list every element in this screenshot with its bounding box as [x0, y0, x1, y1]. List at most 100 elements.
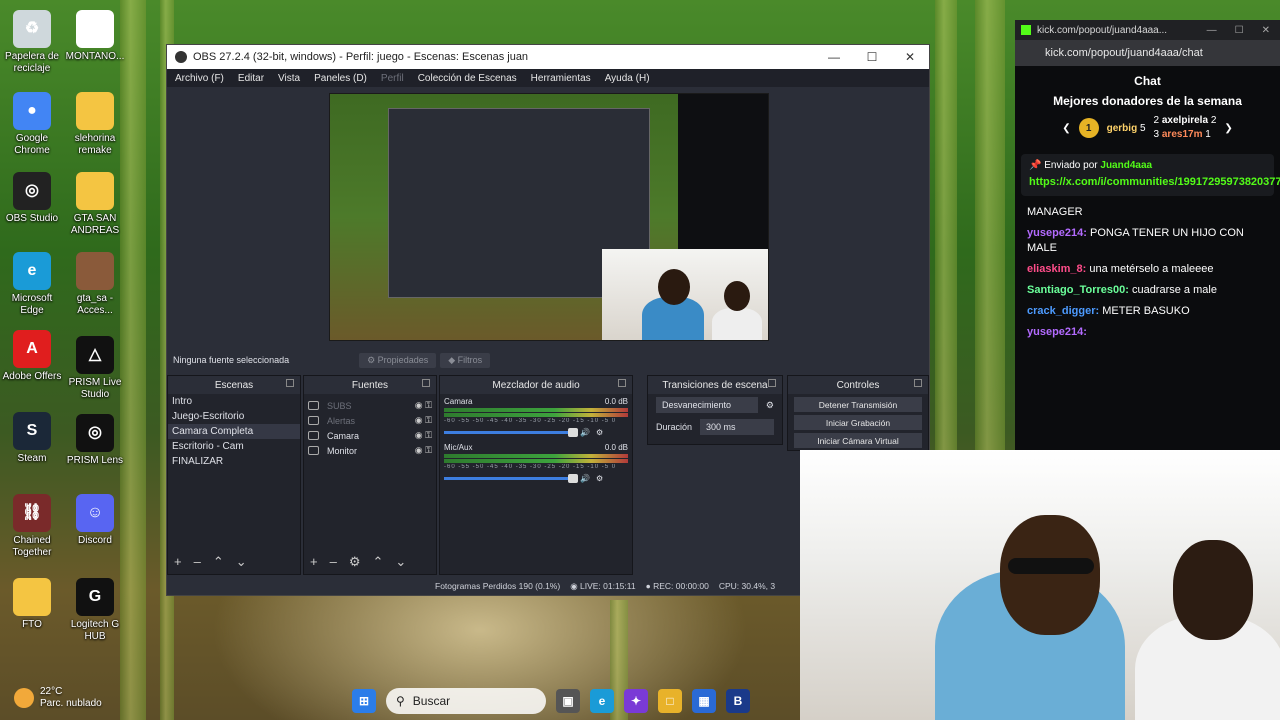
eye-icon[interactable]: ◉ ⚿ [415, 430, 432, 441]
down-icon[interactable]: ⌄ [236, 554, 247, 570]
source-item[interactable]: Monitor ◉ ⚿ [304, 443, 436, 458]
gear-icon[interactable]: ⚙ [766, 400, 774, 411]
up-icon[interactable]: ⌃ [213, 554, 224, 570]
desktop-icon[interactable]: G Logitech G HUB [62, 578, 128, 643]
chevron-right-icon[interactable]: ❯ [1224, 123, 1232, 134]
eye-icon[interactable]: ◉ ⚿ [415, 445, 432, 456]
popout-icon[interactable] [768, 379, 776, 387]
minimize-icon[interactable]: — [815, 50, 853, 64]
source-item[interactable]: Alertas ◉ ⚿ [304, 413, 436, 428]
close-icon[interactable]: ✕ [891, 50, 929, 64]
desktop-icon[interactable]: △ PRISM Live Studio [62, 336, 128, 401]
transition-select[interactable]: Desvanecimiento [656, 397, 758, 413]
popout-icon[interactable] [618, 379, 626, 387]
program-preview[interactable] [329, 93, 769, 341]
desktop-icon[interactable]: slehorina remake [62, 92, 128, 157]
up-icon[interactable]: ⌃ [372, 554, 383, 570]
add-icon[interactable]: + [174, 554, 182, 570]
menu-ayuda[interactable]: Ayuda (H) [605, 73, 650, 84]
slider-handle[interactable] [568, 428, 578, 437]
first-place-icon: 1 [1078, 118, 1099, 138]
eye-icon[interactable]: ◉ ⚿ [415, 400, 432, 411]
scene-item[interactable]: Juego-Escritorio [168, 409, 300, 424]
pinned-link[interactable]: https://x.com/i/communities/199172959738… [1029, 175, 1280, 190]
copilot-icon[interactable]: ✦ [624, 689, 648, 713]
transitions-dock: Transiciones de escena Desvanecimiento ⚙… [647, 375, 783, 445]
menu-paneles[interactable]: Paneles (D) [314, 73, 367, 84]
desktop-icon[interactable]: FTO [0, 578, 65, 631]
volume-slider[interactable] [444, 428, 578, 437]
speaker-icon[interactable]: 🔊 [580, 474, 590, 483]
chat-username[interactable]: Santiago_Torres00: [1027, 284, 1129, 296]
address-bar[interactable]: kick.com/popout/juand4aaa/chat [1015, 40, 1280, 66]
speaker-icon[interactable]: 🔊 [580, 428, 590, 437]
maximize-icon[interactable]: ☐ [1235, 25, 1244, 36]
remove-icon[interactable]: – [194, 554, 201, 570]
menu-herramientas[interactable]: Herramientas [531, 73, 591, 84]
desktop-icon[interactable]: GTA SAN ANDREAS [62, 172, 128, 237]
menu-coleccion[interactable]: Colección de Escenas [418, 73, 517, 84]
chat-titlebar[interactable]: kick.com/popout/juand4aaa... — ☐ ✕ [1015, 20, 1280, 40]
start-virtualcam-button[interactable]: Iniciar Cámara Virtual [794, 433, 922, 448]
chevron-left-icon[interactable]: ❮ [1062, 123, 1070, 134]
menu-editar[interactable]: Editar [238, 73, 264, 84]
app-b-icon[interactable]: B [726, 689, 750, 713]
source-item[interactable]: Camara ◉ ⚿ [304, 428, 436, 443]
edge-icon[interactable]: e [590, 689, 614, 713]
store-icon[interactable]: ▦ [692, 689, 716, 713]
menu-vista[interactable]: Vista [278, 73, 300, 84]
menu-archivo[interactable]: Archivo (F) [175, 73, 224, 84]
rec-status: ● REC: 00:00:00 [645, 581, 709, 591]
chat-username[interactable]: yusepe214: [1027, 326, 1087, 338]
gear-icon[interactable]: ⚙ [349, 554, 361, 570]
popout-icon[interactable] [422, 379, 430, 387]
desktop-icon[interactable]: ◎ OBS Studio [0, 172, 65, 225]
desktop-icon[interactable]: S Steam [0, 412, 65, 465]
gear-icon[interactable]: ⚙ [596, 428, 603, 437]
popout-icon[interactable] [286, 379, 294, 387]
gear-icon[interactable]: ⚙ [596, 474, 603, 483]
maximize-icon[interactable]: ☐ [853, 50, 891, 64]
stop-stream-button[interactable]: Detener Transmisión [794, 397, 922, 412]
remove-icon[interactable]: – [330, 554, 337, 570]
obs-titlebar[interactable]: OBS 27.2.4 (32-bit, windows) - Perfil: j… [167, 45, 929, 69]
down-icon[interactable]: ⌄ [395, 554, 406, 570]
add-icon[interactable]: + [310, 554, 318, 570]
desktop-icon[interactable]: ● Google Chrome [0, 92, 65, 157]
scene-item[interactable]: Escritorio - Cam [168, 439, 300, 454]
desktop-icon[interactable]: gta_sa - Acces... [62, 252, 128, 317]
popout-icon[interactable] [914, 379, 922, 387]
desktop-icon[interactable]: ◎ PRISM Lens [62, 414, 128, 467]
pin-icon[interactable]: 📌 [1029, 160, 1041, 171]
desktop-icon[interactable]: ⛓ Chained Together [0, 494, 65, 559]
desktop-icon[interactable]: MONTANO... [62, 10, 128, 63]
menu-perfil[interactable]: Perfil [381, 73, 404, 84]
filters-button[interactable]: ◆ Filtros [440, 352, 491, 368]
desktop-icon[interactable]: ☺ Discord [62, 494, 128, 547]
properties-button[interactable]: ⚙ Propiedades [359, 352, 437, 368]
start-recording-button[interactable]: Iniciar Grabación [794, 415, 922, 430]
source-item[interactable]: SUBS ◉ ⚿ [304, 398, 436, 413]
eye-icon[interactable]: ◉ ⚿ [415, 415, 432, 426]
minimize-icon[interactable]: — [1207, 25, 1217, 36]
task-view-icon[interactable]: ▣ [556, 689, 580, 713]
scene-item[interactable]: Camara Completa [168, 424, 300, 439]
desktop-icon[interactable]: ♻ Papelera de reciclaje [0, 10, 65, 75]
chat-username[interactable]: crack_digger: [1027, 305, 1099, 317]
desktop-icon[interactable]: A Adobe Offers [0, 330, 65, 383]
close-icon[interactable]: ✕ [1262, 25, 1270, 36]
desktop-icon[interactable]: e Microsoft Edge [0, 252, 65, 317]
chat-username[interactable]: yusepe214: [1027, 227, 1087, 239]
sources-dock: Fuentes SUBS ◉ ⚿ Alertas ◉ ⚿ Camara ◉ ⚿ Monito… [303, 375, 437, 575]
chat-username[interactable]: eliaskim_8: [1027, 263, 1086, 275]
slider-handle[interactable] [568, 474, 578, 483]
donor-name: ares17m [1161, 129, 1203, 140]
folder-icon[interactable]: □ [658, 689, 682, 713]
scene-item[interactable]: Intro [168, 394, 300, 409]
volume-slider[interactable] [444, 474, 578, 483]
weather-widget[interactable]: 22°C Parc. nublado [14, 686, 102, 710]
search-input[interactable]: ⚲ Buscar [386, 688, 546, 714]
start-icon[interactable]: ⊞ [352, 689, 376, 713]
scene-item[interactable]: FINALIZAR [168, 454, 300, 469]
duration-input[interactable]: 300 ms [700, 419, 774, 435]
